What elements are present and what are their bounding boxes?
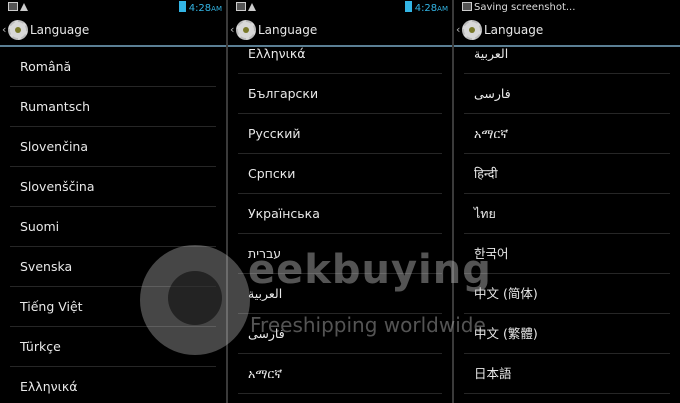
status-bar: 4:28AM: [0, 0, 226, 16]
language-item[interactable]: Ελληνικά: [10, 367, 216, 403]
language-item[interactable]: Slovenčina: [10, 127, 216, 167]
language-item[interactable]: Русский: [238, 114, 442, 154]
screen-panel-2: 4:28AM ‹ Language Ελληνικά Български Рус…: [228, 0, 452, 403]
language-item[interactable]: አማርኛ: [238, 354, 442, 394]
warning-icon: [20, 2, 28, 13]
language-item[interactable]: 中文 (繁體): [464, 314, 670, 354]
language-item[interactable]: Română: [10, 47, 216, 87]
page-title: Language: [30, 23, 90, 37]
battery-icon: [404, 1, 412, 12]
screen-panel-3: Saving screenshot... ‹ Language العربية …: [454, 0, 680, 403]
settings-gear-icon[interactable]: [8, 20, 28, 40]
language-item[interactable]: فارسی: [464, 74, 670, 114]
language-item[interactable]: עברית: [238, 234, 442, 274]
back-icon[interactable]: ‹: [2, 23, 6, 36]
language-item[interactable]: Türkçe: [10, 327, 216, 367]
image-notification-icon: [8, 2, 18, 13]
language-item[interactable]: 中文 (简体): [464, 274, 670, 314]
warning-icon: [248, 2, 256, 13]
language-list: Ελληνικά Български Русский Српски Україн…: [228, 34, 452, 403]
language-item[interactable]: Tiếng Việt: [10, 287, 216, 327]
image-notification-icon: [462, 2, 472, 13]
language-item[interactable]: العربية: [464, 34, 670, 74]
status-bar: 4:28AM: [228, 0, 452, 16]
language-list: العربية فارسی አማርኛ हिन्दी ไทย 한국어 中文 (简体…: [454, 34, 680, 403]
battery-icon: [178, 1, 186, 12]
language-item[interactable]: Български: [238, 74, 442, 114]
image-notification-icon: [236, 2, 246, 13]
language-item[interactable]: አማርኛ: [464, 114, 670, 154]
status-bar: Saving screenshot...: [454, 0, 680, 16]
language-item[interactable]: Ελληνικά: [238, 34, 442, 74]
language-item[interactable]: हिन्दी: [464, 154, 670, 194]
action-bar: ‹ Language: [0, 16, 226, 47]
language-item[interactable]: Rumantsch: [10, 87, 216, 127]
language-list: Română Rumantsch Slovenčina Slovenščina …: [0, 47, 226, 403]
language-item[interactable]: Українська: [238, 194, 442, 234]
language-item[interactable]: Српски: [238, 154, 442, 194]
language-item[interactable]: 日本語: [464, 354, 670, 394]
language-item[interactable]: Slovenščina: [10, 167, 216, 207]
language-item[interactable]: Suomi: [10, 207, 216, 247]
notification-text: Saving screenshot...: [474, 2, 576, 13]
language-item[interactable]: Svenska: [10, 247, 216, 287]
language-item[interactable]: 한국어: [464, 234, 670, 274]
language-item[interactable]: ไทย: [464, 194, 670, 234]
status-clock: 4:28AM: [178, 1, 222, 14]
language-item[interactable]: فارسی: [238, 314, 442, 354]
language-item[interactable]: العربية: [238, 274, 442, 314]
status-clock: 4:28AM: [404, 1, 448, 14]
screen-panel-1: 4:28AM ‹ Language Română Rumantsch Slove…: [0, 0, 226, 403]
